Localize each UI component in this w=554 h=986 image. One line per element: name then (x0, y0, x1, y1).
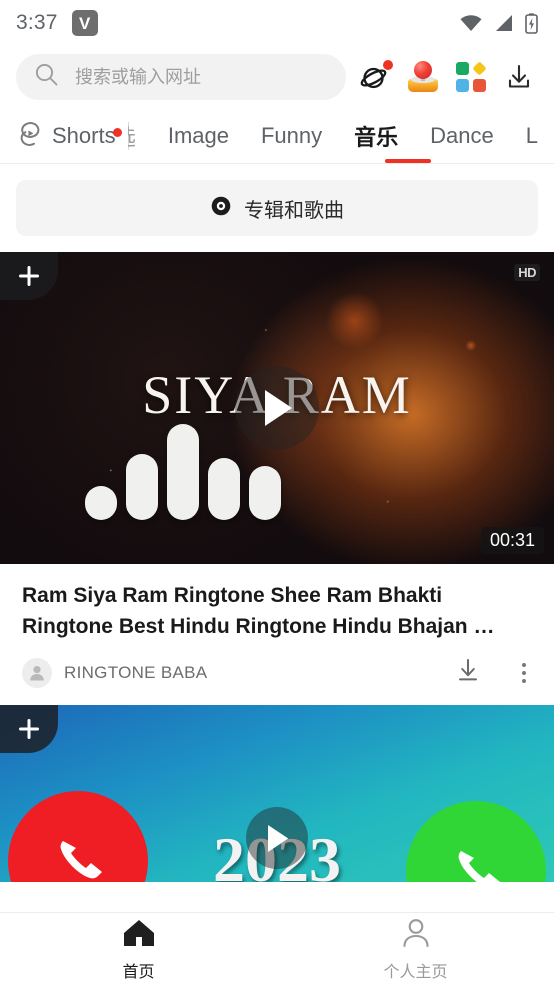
filter-chip-row: 专辑和歌曲 (0, 164, 554, 252)
status-indicators (459, 12, 538, 34)
notification-badge-dot (383, 60, 393, 70)
search-input[interactable] (75, 66, 328, 88)
person-avatar-icon (22, 657, 52, 688)
search-bar[interactable] (16, 54, 346, 100)
play-button[interactable] (246, 807, 308, 870)
status-bar: 3:37 V (0, 0, 554, 46)
tab-music[interactable]: 音乐 (338, 108, 414, 163)
joystick-glyph (406, 60, 440, 94)
video-card[interactable]: SIYA RAM HD 00:31 Ram Siya Ram Ringtone … (0, 252, 554, 705)
vinyl-record-icon (210, 195, 232, 222)
signal-icon (494, 14, 514, 32)
video-card[interactable]: 2023 (0, 705, 554, 882)
joystick-icon[interactable] (404, 58, 442, 96)
battery-charging-icon (525, 12, 538, 34)
video-thumbnail[interactable]: 2023 (0, 705, 554, 882)
apps-grid-glyph (456, 61, 487, 92)
video-thumbnail[interactable]: SIYA RAM HD 00:31 (0, 252, 554, 564)
filter-chip-label: 专辑和歌曲 (244, 199, 344, 222)
tab-shorts[interactable]: Shorts (16, 120, 126, 153)
tab-jingxuan[interactable]: 精选 (128, 108, 152, 163)
app-notification-icon: V (71, 10, 98, 36)
tab-dance[interactable]: Dance (414, 108, 510, 163)
bottom-navigation: 首页 个人主页 (0, 912, 554, 986)
nav-item-home-label: 首页 (122, 963, 155, 981)
nav-item-profile-label: 个人主页 (383, 963, 448, 981)
category-tab-bar: Shorts 精选 Image Funny 音乐 Dance L (0, 108, 554, 164)
video-feed[interactable]: SIYA RAM HD 00:31 Ram Siya Ram Ringtone … (0, 252, 554, 882)
status-time: 3:37 (16, 11, 58, 34)
shorts-badge-dot (112, 127, 122, 137)
category-tabs[interactable]: Shorts 精选 Image Funny 音乐 Dance L (0, 108, 554, 163)
tab-shorts-label: Shorts (52, 123, 116, 148)
video-title[interactable]: Ram Siya Ram Ringtone Shee Ram Bhakti Ri… (22, 580, 532, 642)
video-meta: Ram Siya Ram Ringtone Shee Ram Bhakti Ri… (0, 564, 554, 642)
more-vertical-icon[interactable] (516, 659, 532, 687)
planet-icon[interactable] (356, 58, 394, 96)
tab-active-underline (385, 159, 431, 163)
tab-image[interactable]: Image (152, 108, 245, 163)
play-button[interactable] (235, 366, 319, 450)
home-icon (122, 918, 156, 953)
download-icon[interactable] (454, 656, 482, 689)
search-icon (34, 62, 59, 92)
filter-chip-albums-songs[interactable]: 专辑和歌曲 (16, 180, 538, 236)
person-icon (399, 918, 433, 953)
nav-item-profile[interactable]: 个人主页 (277, 913, 554, 986)
nav-item-home[interactable]: 首页 (0, 913, 277, 986)
channel-name[interactable]: RINGTONE BABA (64, 663, 207, 683)
tab-funny[interactable]: Funny (245, 108, 338, 163)
hd-quality-badge: HD (514, 264, 540, 281)
apps-grid-icon[interactable] (452, 58, 490, 96)
download-icon[interactable] (500, 58, 538, 96)
video-channel-row: RINGTONE BABA (0, 642, 554, 705)
video-duration-badge: 00:31 (480, 527, 544, 554)
wifi-icon (459, 14, 483, 32)
shorts-play-icon (16, 120, 44, 153)
search-toolbar (0, 46, 554, 108)
video-actions (454, 656, 532, 689)
tab-partial[interactable]: L (510, 108, 554, 163)
